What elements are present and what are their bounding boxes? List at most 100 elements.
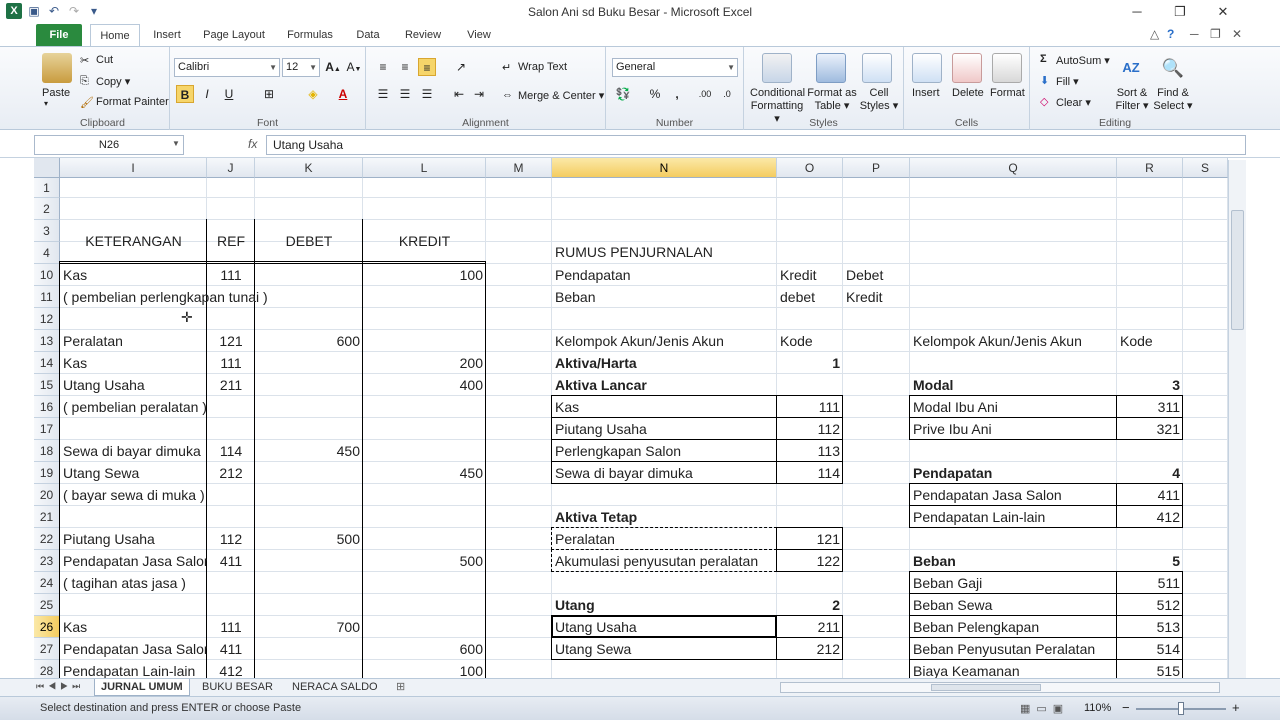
clear-icon[interactable]: ◇ <box>1040 95 1048 108</box>
insert-sheet-icon[interactable]: ⊞ <box>396 680 405 693</box>
doc-minimize-icon[interactable]: ─ <box>1190 27 1199 41</box>
column-header-o[interactable]: O <box>777 158 843 178</box>
bold-button[interactable]: B <box>176 85 194 103</box>
row-header-25[interactable]: 25 <box>34 594 60 616</box>
journal-kredit[interactable] <box>363 528 486 550</box>
insert-cells-icon[interactable] <box>912 53 942 83</box>
orientation-icon[interactable]: ↗ <box>452 58 470 76</box>
akun-item-kode[interactable]: 122 <box>777 550 843 572</box>
journal-debet[interactable] <box>255 506 363 528</box>
journal-debet[interactable] <box>255 418 363 440</box>
header-debet[interactable]: DEBET <box>255 230 363 252</box>
zoom-level[interactable]: 110% <box>1084 702 1111 714</box>
journal-ref[interactable] <box>207 484 255 506</box>
align-right-icon[interactable]: ☰ <box>418 85 436 103</box>
fill-icon[interactable]: ⬇ <box>1040 74 1049 87</box>
paste-icon[interactable] <box>42 53 72 83</box>
name-box[interactable]: N26 <box>34 135 184 155</box>
horizontal-scroll-thumb[interactable] <box>931 684 1041 691</box>
row-header-3[interactable]: 3 <box>34 220 60 242</box>
journal-debet[interactable] <box>255 286 363 308</box>
vertical-scroll-thumb[interactable] <box>1231 210 1244 330</box>
sheet-nav-arrows-icon[interactable]: ⏮◀▶⏭ <box>36 681 84 692</box>
format-painter-button[interactable]: Format Painter <box>96 96 169 108</box>
akun-item-label[interactable]: Utang Sewa <box>552 638 777 660</box>
akun-right-header-label[interactable]: Kelompok Akun/Jenis Akun <box>910 330 1117 352</box>
cell-styles-button[interactable]: Cell Styles ▾ <box>858 87 900 113</box>
restore-button[interactable]: ❐ <box>1165 2 1195 22</box>
journal-ref[interactable] <box>207 506 255 528</box>
font-color-icon[interactable]: A <box>334 85 352 103</box>
row-header-24[interactable]: 24 <box>34 572 60 594</box>
format-as-table-icon[interactable] <box>816 53 846 83</box>
tab-insert[interactable]: Insert <box>148 24 186 46</box>
journal-keterangan[interactable]: Kas <box>60 264 207 286</box>
journal-debet[interactable] <box>255 572 363 594</box>
journal-kredit[interactable] <box>363 418 486 440</box>
akun-item-label[interactable]: Sewa di bayar dimuka <box>552 462 777 484</box>
increase-indent-icon[interactable]: ⇥ <box>470 85 488 103</box>
journal-kredit[interactable] <box>363 308 486 330</box>
sort-filter-icon[interactable]: AZ <box>1116 53 1146 83</box>
row-header-17[interactable]: 17 <box>34 418 60 440</box>
journal-kredit[interactable] <box>363 396 486 418</box>
clear-button[interactable]: Clear ▾ <box>1056 96 1091 109</box>
copy-icon[interactable]: ⎘ <box>80 75 89 88</box>
increase-decimal-icon[interactable]: .00 <box>696 85 714 103</box>
akun-group-modal-kode[interactable]: 3 <box>1117 374 1183 396</box>
akun-group-aktiva-lancar[interactable]: Aktiva Lancar <box>552 374 777 396</box>
tab-formulas[interactable]: Formulas <box>284 24 336 46</box>
journal-debet[interactable] <box>255 308 363 330</box>
akun-item-kode[interactable]: 211 <box>777 616 843 638</box>
row-header-11[interactable]: 11 <box>34 286 60 308</box>
cell-styles-icon[interactable] <box>862 53 892 83</box>
tab-view[interactable]: View <box>462 24 496 46</box>
akun-item-kode[interactable]: 515 <box>1117 660 1183 678</box>
horizontal-scrollbar[interactable] <box>780 682 1220 693</box>
format-cells-icon[interactable] <box>992 53 1022 83</box>
tab-data[interactable]: Data <box>350 24 386 46</box>
journal-debet[interactable] <box>255 462 363 484</box>
wrap-text-button[interactable]: Wrap Text <box>518 61 567 73</box>
find-select-button[interactable]: Find & Select ▾ <box>1152 87 1194 113</box>
format-as-table-button[interactable]: Format as Table ▾ <box>806 87 858 113</box>
akun-item-label[interactable]: Akumulasi penyusutan peralatan <box>552 550 777 572</box>
comma-button[interactable]: , <box>668 85 686 103</box>
rumus-beban-kredit[interactable]: Kredit <box>843 286 910 308</box>
sheet-tab-buku-besar[interactable]: BUKU BESAR <box>196 679 279 696</box>
align-bottom-icon[interactable]: ≡ <box>418 58 436 76</box>
row-header-12[interactable]: 12 <box>34 308 60 330</box>
accounting-format-icon[interactable]: 💱 <box>614 85 632 103</box>
journal-keterangan[interactable]: Pendapatan Jasa Salon <box>60 638 207 660</box>
merge-center-icon[interactable]: ⇔ <box>502 89 513 101</box>
journal-keterangan[interactable]: Utang Sewa <box>60 462 207 484</box>
akun-item-kode[interactable]: 511 <box>1117 572 1183 594</box>
journal-keterangan[interactable]: Peralatan <box>60 330 207 352</box>
journal-keterangan[interactable]: Kas <box>60 616 207 638</box>
tab-file[interactable]: File <box>36 24 82 46</box>
akun-item-kode[interactable]: 513 <box>1117 616 1183 638</box>
journal-ref[interactable]: 411 <box>207 638 255 660</box>
journal-ref[interactable]: 411 <box>207 550 255 572</box>
akun-group-pendapatan-kode[interactable]: 4 <box>1117 462 1183 484</box>
journal-ref[interactable]: 412 <box>207 660 255 678</box>
zoom-slider-thumb[interactable] <box>1178 702 1184 715</box>
journal-ref[interactable] <box>207 308 255 330</box>
akun-item-kode[interactable]: 321 <box>1117 418 1183 440</box>
help-icon[interactable]: ? <box>1167 27 1174 41</box>
row-header-4[interactable]: 4 <box>34 242 60 264</box>
row-header-28[interactable]: 28 <box>34 660 60 678</box>
delete-cells-button[interactable]: Delete <box>952 87 984 99</box>
row-header-13[interactable]: 13 <box>34 330 60 352</box>
journal-debet[interactable] <box>255 396 363 418</box>
journal-keterangan[interactable]: Sewa di bayar dimuka <box>60 440 207 462</box>
insert-function-button[interactable]: fx <box>248 137 257 151</box>
journal-debet[interactable] <box>255 374 363 396</box>
doc-close-icon[interactable]: ✕ <box>1232 27 1242 41</box>
akun-group-beban-kode[interactable]: 5 <box>1117 550 1183 572</box>
insert-cells-button[interactable]: Insert <box>912 87 940 99</box>
decrease-indent-icon[interactable]: ⇤ <box>450 85 468 103</box>
percent-button[interactable]: % <box>646 85 664 103</box>
akun-item-kode[interactable]: 512 <box>1117 594 1183 616</box>
akun-item-kode[interactable]: 111 <box>777 396 843 418</box>
